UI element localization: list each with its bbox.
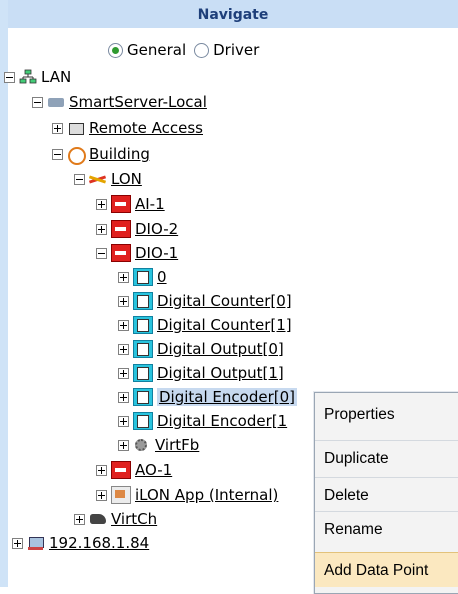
- expand-toggle[interactable]: [118, 343, 129, 355]
- general-radio-label[interactable]: General: [127, 41, 186, 59]
- tree-node-digital-counter-0[interactable]: Digital Counter[0]: [118, 290, 292, 312]
- functional-block-icon: [133, 388, 153, 406]
- tree-node-label[interactable]: Digital Encoder[1: [157, 412, 287, 430]
- tree-node-label[interactable]: 0: [157, 268, 167, 286]
- gear-icon: [133, 437, 151, 453]
- tree-node-smartserver[interactable]: SmartServer-Local: [32, 91, 207, 113]
- expand-toggle[interactable]: [118, 439, 129, 451]
- functional-block-icon: [133, 412, 153, 430]
- tree-node-label[interactable]: iLON App (Internal): [135, 486, 278, 504]
- tree-node-lon[interactable]: LON: [74, 168, 142, 190]
- tree-node-virtch[interactable]: VirtCh: [74, 508, 157, 530]
- tree-node-dio-1[interactable]: DIO-1: [96, 242, 178, 264]
- tree-node-label[interactable]: VirtFb: [155, 436, 199, 454]
- tree-node-label[interactable]: VirtCh: [111, 510, 157, 528]
- expand-toggle[interactable]: [118, 295, 129, 307]
- menu-item-add-data-point[interactable]: Add Data Point: [315, 552, 458, 587]
- functional-block-icon: [133, 292, 153, 310]
- tree-node-ao-1[interactable]: AO-1: [96, 459, 172, 481]
- computer-icon: [27, 535, 45, 551]
- driver-radio[interactable]: [194, 42, 210, 58]
- general-radio[interactable]: [108, 42, 123, 58]
- tree-node-building[interactable]: Building: [52, 143, 150, 165]
- tree-node-ip[interactable]: 192.168.1.84: [12, 532, 149, 554]
- building-icon: [67, 146, 86, 165]
- panel-left-border: [0, 0, 8, 587]
- expand-toggle[interactable]: [74, 513, 85, 525]
- device-icon: [111, 220, 131, 238]
- tree-node-dio-2[interactable]: DIO-2: [96, 218, 178, 240]
- tree-node-ai-1[interactable]: AI-1: [96, 193, 165, 215]
- tree-node-ilon-app[interactable]: iLON App (Internal): [96, 484, 278, 506]
- server-icon: [47, 94, 65, 110]
- tree-node-digital-output-0[interactable]: Digital Output[0]: [118, 338, 284, 360]
- tree-node-label[interactable]: AI-1: [135, 195, 165, 213]
- functional-block-icon: [133, 268, 153, 286]
- virtual-channel-icon: [89, 511, 107, 527]
- functional-block-icon: [133, 340, 153, 358]
- tree-node-label[interactable]: Remote Access: [89, 119, 203, 137]
- tree-node-label-selected[interactable]: Digital Encoder[0]: [157, 388, 297, 406]
- expand-toggle[interactable]: [52, 122, 63, 134]
- tree-node-label[interactable]: 192.168.1.84: [49, 534, 149, 552]
- app-icon: [111, 486, 131, 504]
- expand-toggle[interactable]: [118, 415, 129, 427]
- menu-item-properties[interactable]: Properties: [315, 397, 458, 432]
- expand-toggle[interactable]: [96, 198, 107, 210]
- tree-node-label[interactable]: LON: [111, 170, 142, 188]
- collapse-toggle[interactable]: [52, 148, 63, 160]
- network-icon: [19, 69, 37, 85]
- functional-block-icon: [133, 316, 153, 334]
- lon-channel-icon: [89, 171, 107, 187]
- expand-toggle[interactable]: [96, 223, 107, 235]
- tree-node-lan[interactable]: LAN: [4, 66, 71, 88]
- tree-node-label[interactable]: Building: [89, 145, 150, 163]
- expand-toggle[interactable]: [96, 489, 107, 501]
- expand-toggle[interactable]: [118, 391, 129, 403]
- view-mode-selector: General Driver: [108, 40, 267, 60]
- tree-node-label[interactable]: Digital Counter[0]: [157, 292, 292, 310]
- driver-radio-label[interactable]: Driver: [213, 41, 259, 59]
- collapse-toggle[interactable]: [74, 173, 85, 185]
- tree-node-digital-encoder-0[interactable]: Digital Encoder[0]: [118, 386, 297, 408]
- device-icon: [111, 244, 131, 262]
- tree-node-label[interactable]: AO-1: [135, 461, 172, 479]
- collapse-toggle[interactable]: [32, 96, 43, 108]
- tree-node-label[interactable]: Digital Counter[1]: [157, 316, 292, 334]
- device-icon: [111, 461, 131, 479]
- expand-toggle[interactable]: [118, 367, 129, 379]
- tree-node-label[interactable]: DIO-1: [135, 244, 178, 262]
- tree-node-label[interactable]: LAN: [41, 68, 71, 86]
- remote-access-icon: [67, 120, 85, 136]
- device-icon: [111, 195, 131, 213]
- context-menu: Properties Duplicate Delete Rename Add D…: [314, 392, 458, 594]
- expand-toggle[interactable]: [118, 271, 129, 283]
- collapse-toggle[interactable]: [96, 247, 107, 259]
- collapse-toggle[interactable]: [4, 71, 15, 83]
- functional-block-icon: [133, 364, 153, 382]
- tree-node-digital-counter-1[interactable]: Digital Counter[1]: [118, 314, 292, 336]
- tree-node-label[interactable]: Digital Output[1]: [157, 364, 284, 382]
- menu-item-delete[interactable]: Delete: [315, 477, 458, 512]
- tree-node-label[interactable]: Digital Output[0]: [157, 340, 284, 358]
- tree-node-remote-access[interactable]: Remote Access: [52, 117, 203, 139]
- menu-item-duplicate[interactable]: Duplicate: [315, 440, 458, 475]
- tree-node-label[interactable]: SmartServer-Local: [69, 93, 207, 111]
- tree-node-digital-encoder-1[interactable]: Digital Encoder[1: [118, 410, 287, 432]
- tree-node-virtfb[interactable]: VirtFb: [118, 434, 199, 456]
- menu-item-rename[interactable]: Rename: [315, 511, 458, 546]
- expand-toggle[interactable]: [118, 319, 129, 331]
- tree-node-digital-output-1[interactable]: Digital Output[1]: [118, 362, 284, 384]
- expand-toggle[interactable]: [12, 537, 23, 549]
- tree-node-label[interactable]: DIO-2: [135, 220, 178, 238]
- tree-node-fb-0[interactable]: 0: [118, 266, 167, 288]
- panel-header: Navigate: [8, 0, 458, 28]
- expand-toggle[interactable]: [96, 464, 107, 476]
